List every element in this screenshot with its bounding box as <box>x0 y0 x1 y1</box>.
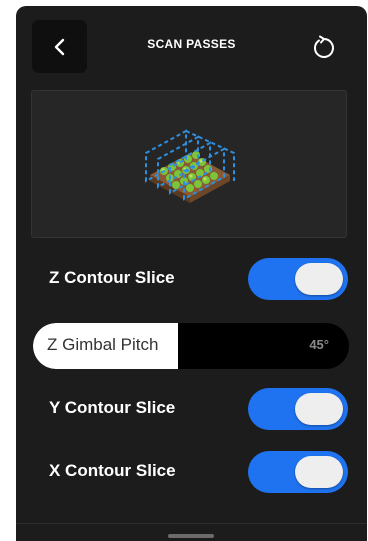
setting-row-z-contour: Z Contour Slice <box>16 256 367 302</box>
toggle-knob <box>295 263 343 295</box>
home-indicator[interactable] <box>168 534 214 538</box>
setting-label: Y Contour Slice <box>49 398 176 417</box>
setting-label: X Contour Slice <box>49 461 176 480</box>
y-contour-toggle[interactable] <box>248 388 348 430</box>
setting-label: Z Contour Slice <box>49 268 175 287</box>
gimbal-pitch-slider[interactable]: Z Gimbal Pitch 45° <box>33 323 349 369</box>
slider-label: Z Gimbal Pitch <box>47 335 159 354</box>
scan-preview <box>31 90 347 238</box>
slider-value: 45° <box>309 337 329 352</box>
setting-row-y-contour: Y Contour Slice <box>16 386 367 432</box>
x-contour-toggle[interactable] <box>248 451 348 493</box>
field-scan-illustration <box>145 129 235 203</box>
setting-row-x-contour: X Contour Slice <box>16 449 367 495</box>
z-contour-toggle[interactable] <box>248 258 348 300</box>
toggle-knob <box>295 393 343 425</box>
refresh-icon <box>314 35 334 58</box>
reset-button[interactable] <box>308 32 340 64</box>
scan-passes-panel: SCAN PASSES Z Contour Slice Z Gimbal Pit… <box>16 6 367 541</box>
divider <box>16 523 367 524</box>
toggle-knob <box>295 456 343 488</box>
